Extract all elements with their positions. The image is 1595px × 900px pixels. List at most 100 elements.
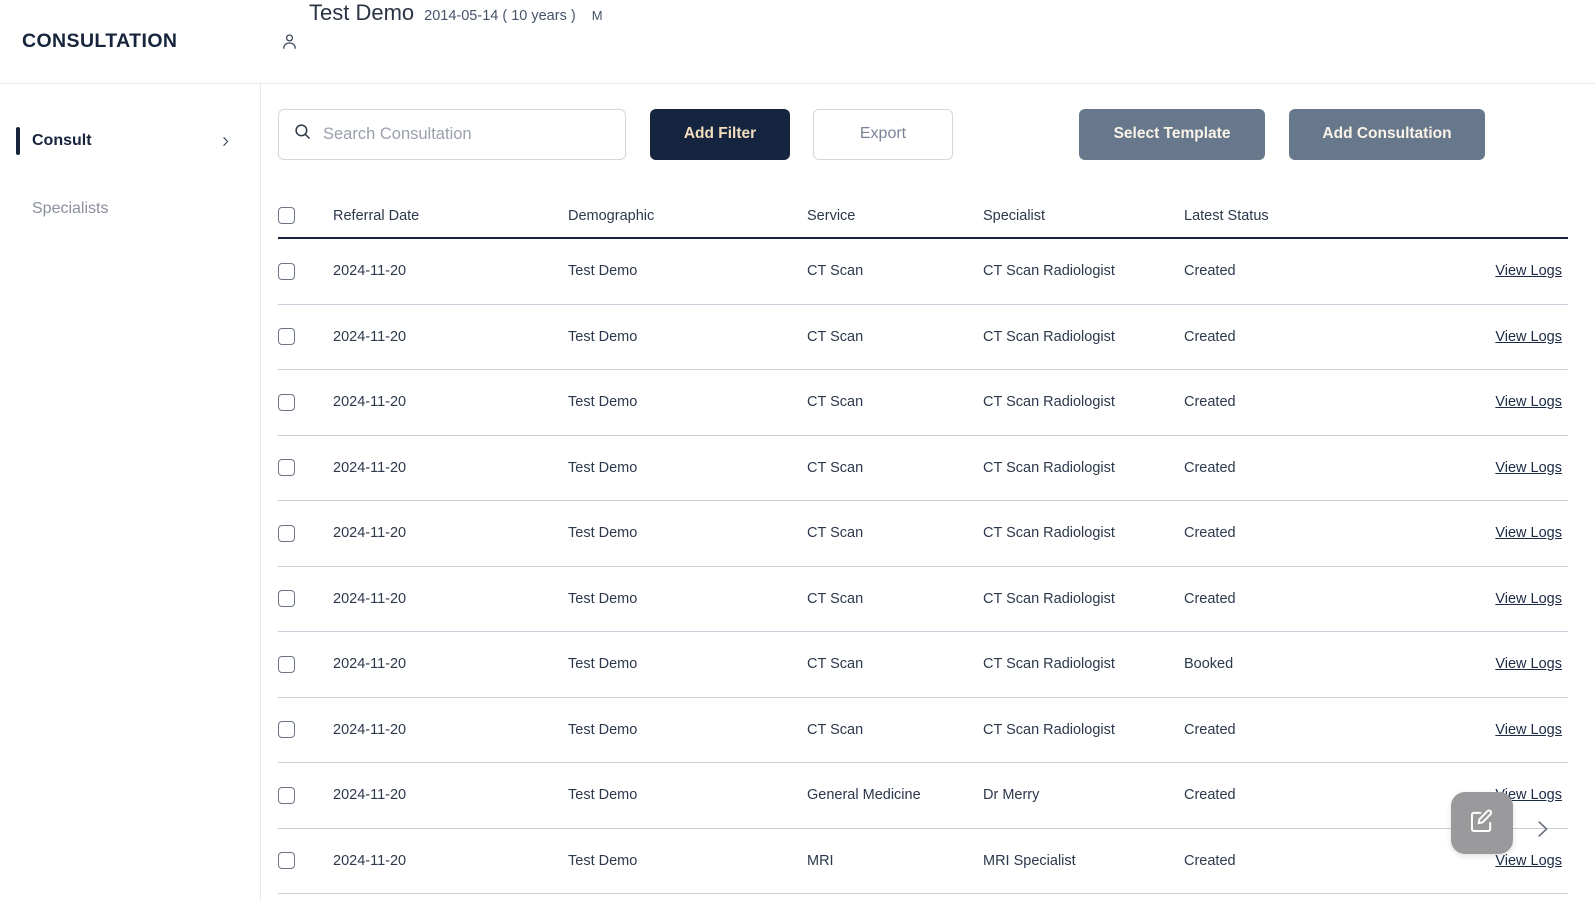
- row-checkbox[interactable]: [278, 590, 295, 608]
- view-logs-link[interactable]: View Logs: [1495, 591, 1562, 607]
- row-select-cell[interactable]: [278, 393, 333, 411]
- cell-demographic: Test Demo: [568, 852, 638, 869]
- cell-specialist: CT Scan Radiologist: [983, 263, 1115, 280]
- column-header-service[interactable]: Service: [807, 208, 983, 224]
- column-header-demographic[interactable]: Demographic: [568, 208, 807, 224]
- cell-service: CT Scan: [807, 263, 864, 280]
- row-select-cell[interactable]: [278, 852, 333, 870]
- cell-latest-status: Created: [1184, 328, 1236, 345]
- cell-latest-status: Created: [1184, 721, 1236, 738]
- column-header-referral-date[interactable]: Referral Date: [333, 208, 568, 224]
- table-row[interactable]: 2024-11-20 Test Demo General Medicine Dr Me…: [278, 763, 1568, 829]
- search-input[interactable]: [323, 124, 611, 144]
- search-consultation-box[interactable]: [278, 108, 626, 160]
- edit-floating-action-button[interactable]: [1451, 792, 1513, 854]
- cell-specialist: CT Scan Radiologist: [983, 525, 1115, 542]
- row-select-cell[interactable]: [278, 786, 333, 804]
- row-select-cell[interactable]: [278, 655, 333, 673]
- table-row[interactable]: 2024-11-20 Test Demo CT Scan CT Scan Radiol…: [278, 567, 1568, 632]
- cell-latest-status: Created: [1184, 525, 1236, 542]
- cell-service: General Medicine: [807, 787, 921, 804]
- column-header-specialist[interactable]: Specialist: [983, 208, 1184, 224]
- row-checkbox[interactable]: [278, 524, 295, 542]
- sidebar-item-consult[interactable]: Consult: [0, 120, 260, 162]
- row-actions-cell: View Logs: [1423, 394, 1568, 410]
- row-checkbox[interactable]: [278, 328, 295, 346]
- table-row[interactable]: 2024-11-20 Test Demo CT Scan CT Scan Radiol…: [278, 501, 1568, 567]
- cell-service: CT Scan: [807, 721, 864, 738]
- table-row[interactable]: 2024-11-20 Test Demo CT Scan CT Scan Radiol…: [278, 370, 1568, 436]
- add-consultation-button[interactable]: Add Consultation: [1289, 108, 1485, 160]
- view-logs-link[interactable]: View Logs: [1495, 460, 1562, 476]
- row-actions-cell: View Logs: [1423, 591, 1568, 607]
- add-filter-button[interactable]: Add Filter: [650, 108, 790, 160]
- row-actions-cell: View Logs: [1423, 853, 1568, 869]
- row-checkbox[interactable]: [278, 393, 295, 411]
- row-select-cell[interactable]: [278, 721, 333, 739]
- select-all-checkbox[interactable]: [278, 207, 295, 224]
- cell-service: CT Scan: [807, 656, 864, 673]
- patient-name: Test Demo: [309, 0, 415, 25]
- view-logs-link[interactable]: View Logs: [1495, 263, 1562, 279]
- table-row[interactable]: 2024-11-20 Test Demo CT Scan CT Scan Radiol…: [278, 239, 1568, 305]
- cell-latest-status: Created: [1184, 263, 1236, 280]
- cell-referral-date: 2024-11-20: [333, 525, 407, 542]
- table-row[interactable]: 2024-11-20 Test Demo MRI MRI Specialist Crea…: [278, 829, 1568, 894]
- row-checkbox[interactable]: [278, 852, 295, 870]
- next-page-chevron-button[interactable]: [1531, 818, 1553, 840]
- row-checkbox[interactable]: [278, 721, 295, 739]
- cell-specialist: CT Scan Radiologist: [983, 590, 1115, 607]
- cell-referral-date: 2024-11-20: [333, 263, 407, 280]
- cell-service: CT Scan: [807, 394, 864, 411]
- table-row[interactable]: 2024-11-20 Test Demo CT Scan CT Scan Radiol…: [278, 305, 1568, 370]
- cell-service: CT Scan: [807, 590, 864, 607]
- consultation-app: CONSULTATION Test Demo 2014-05-14 ( 10 y…: [0, 0, 1595, 900]
- cell-referral-date: 2024-11-20: [333, 721, 407, 738]
- row-actions-cell: View Logs: [1423, 525, 1568, 541]
- table-row[interactable]: 2024-11-20 Test Demo CT Scan CT Scan Radiol…: [278, 632, 1568, 698]
- cell-service: CT Scan: [807, 328, 864, 345]
- toolbar: Add Filter Export Select Template Add Co…: [278, 84, 1568, 160]
- view-logs-link[interactable]: View Logs: [1495, 525, 1562, 541]
- cell-demographic: Test Demo: [568, 721, 638, 738]
- consultation-table: Referral Date Demographic Service Specia…: [278, 187, 1568, 894]
- cell-latest-status: Created: [1184, 852, 1236, 869]
- cell-specialist: CT Scan Radiologist: [983, 721, 1115, 738]
- cell-demographic: Test Demo: [568, 328, 638, 345]
- column-header-latest-status[interactable]: Latest Status: [1184, 208, 1423, 224]
- view-logs-link[interactable]: View Logs: [1495, 394, 1562, 410]
- row-select-cell[interactable]: [278, 459, 333, 477]
- sidebar: Consult Specialists: [0, 84, 261, 900]
- cell-latest-status: Created: [1184, 459, 1236, 476]
- row-actions-cell: View Logs: [1423, 722, 1568, 738]
- app-header: CONSULTATION Test Demo 2014-05-14 ( 10 y…: [0, 0, 1595, 84]
- patient-sex: M: [591, 7, 603, 23]
- view-logs-link[interactable]: View Logs: [1495, 329, 1562, 345]
- sidebar-item-consult-label: Consult: [32, 132, 92, 149]
- search-icon: [293, 122, 312, 146]
- user-icon: [280, 32, 299, 51]
- row-select-cell[interactable]: [278, 524, 333, 542]
- export-button[interactable]: Export: [813, 108, 953, 160]
- table-row[interactable]: 2024-11-20 Test Demo CT Scan CT Scan Radiol…: [278, 698, 1568, 763]
- row-actions-cell: View Logs: [1423, 460, 1568, 476]
- row-select-cell[interactable]: [278, 262, 333, 280]
- row-select-cell[interactable]: [278, 328, 333, 346]
- row-checkbox[interactable]: [278, 262, 295, 280]
- view-logs-link[interactable]: View Logs: [1495, 853, 1562, 869]
- row-select-cell[interactable]: [278, 590, 333, 608]
- main-content: Add Filter Export Select Template Add Co…: [261, 84, 1595, 900]
- row-checkbox[interactable]: [278, 655, 295, 673]
- row-checkbox[interactable]: [278, 459, 295, 477]
- row-checkbox[interactable]: [278, 786, 295, 804]
- sidebar-item-specialists[interactable]: Specialists: [0, 188, 260, 230]
- cell-demographic: Test Demo: [568, 590, 638, 607]
- select-all-cell[interactable]: [278, 207, 333, 224]
- table-row[interactable]: 2024-11-20 Test Demo CT Scan CT Scan Radiol…: [278, 436, 1568, 501]
- cell-latest-status: Booked: [1184, 656, 1234, 673]
- view-logs-link[interactable]: View Logs: [1495, 722, 1562, 738]
- view-logs-link[interactable]: View Logs: [1495, 656, 1562, 672]
- select-template-button[interactable]: Select Template: [1079, 108, 1265, 160]
- cell-referral-date: 2024-11-20: [333, 852, 407, 869]
- table-header-row: Referral Date Demographic Service Specia…: [278, 187, 1568, 239]
